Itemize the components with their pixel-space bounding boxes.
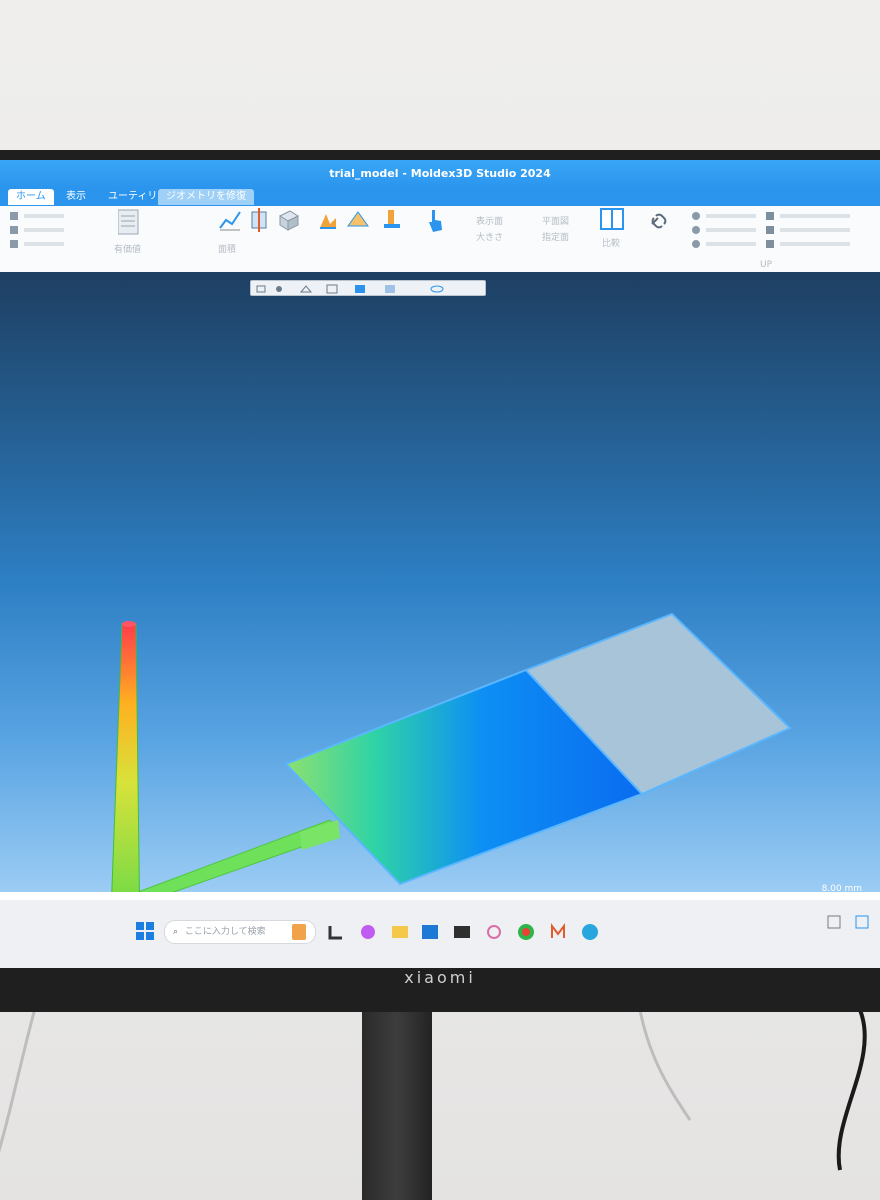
molding-model <box>108 612 792 952</box>
small-commands-icon[interactable] <box>10 210 70 250</box>
pointer-hand-icon[interactable] <box>424 208 446 234</box>
ribbon-label-compare: 比較 <box>602 239 621 249</box>
monitor-stand <box>362 1000 432 1200</box>
tab-home[interactable]: ホーム <box>8 189 54 205</box>
ribbon-tabs: ホーム 表示 ユーティリティ ジオメトリを修復 <box>0 188 880 206</box>
list-icon[interactable] <box>118 208 140 238</box>
scale-bar-label: 8.00 mm <box>821 884 862 894</box>
start-icon[interactable] <box>136 922 154 940</box>
tab-repair-geometry[interactable]: ジオメトリを修復 <box>158 189 254 205</box>
repair-commands-icon[interactable] <box>690 210 770 254</box>
cube-icon[interactable] <box>276 208 300 232</box>
edit-commands-icon[interactable] <box>766 210 866 254</box>
graph-icon[interactable] <box>218 208 242 232</box>
split-view-icon[interactable] <box>600 208 624 230</box>
3d-viewport[interactable] <box>0 272 880 952</box>
ribbon-label-2: 面積 <box>218 245 237 255</box>
ribbon-label-up: UP <box>760 260 773 270</box>
surface-icon[interactable] <box>316 208 340 232</box>
tray-icons[interactable] <box>826 914 876 930</box>
search-icon: ⌕ <box>173 927 179 937</box>
measure-icon[interactable] <box>248 208 270 232</box>
ribbon-label-3: 表示面 <box>476 217 504 227</box>
ribbon-label-5: 平面図 <box>542 217 570 227</box>
tab-view[interactable]: 表示 <box>58 189 94 205</box>
link-icon[interactable] <box>648 210 670 232</box>
mesh-icon[interactable] <box>346 208 370 232</box>
view-tools-icons <box>256 284 444 294</box>
taskbar-apps[interactable] <box>290 922 610 942</box>
view-toolbar[interactable] <box>250 280 486 296</box>
runner-icon[interactable] <box>380 208 404 232</box>
screen: trial_model - Moldex3D Studio 2024 ホーム 表… <box>0 160 880 968</box>
ribbon-label-6: 指定面 <box>542 233 570 243</box>
window-title: trial_model - Moldex3D Studio 2024 <box>0 160 880 188</box>
ribbon-label-4: 大きさ <box>476 233 504 243</box>
monitor-logo: xiaomi <box>404 968 476 987</box>
ribbon-toolbar: 有価値 面積 表示面 大きさ 平面図 指定面 比較 UP <box>0 206 880 273</box>
ribbon-label-1: 有価値 <box>114 245 142 255</box>
search-placeholder: ここに入力して検索 <box>184 927 266 937</box>
